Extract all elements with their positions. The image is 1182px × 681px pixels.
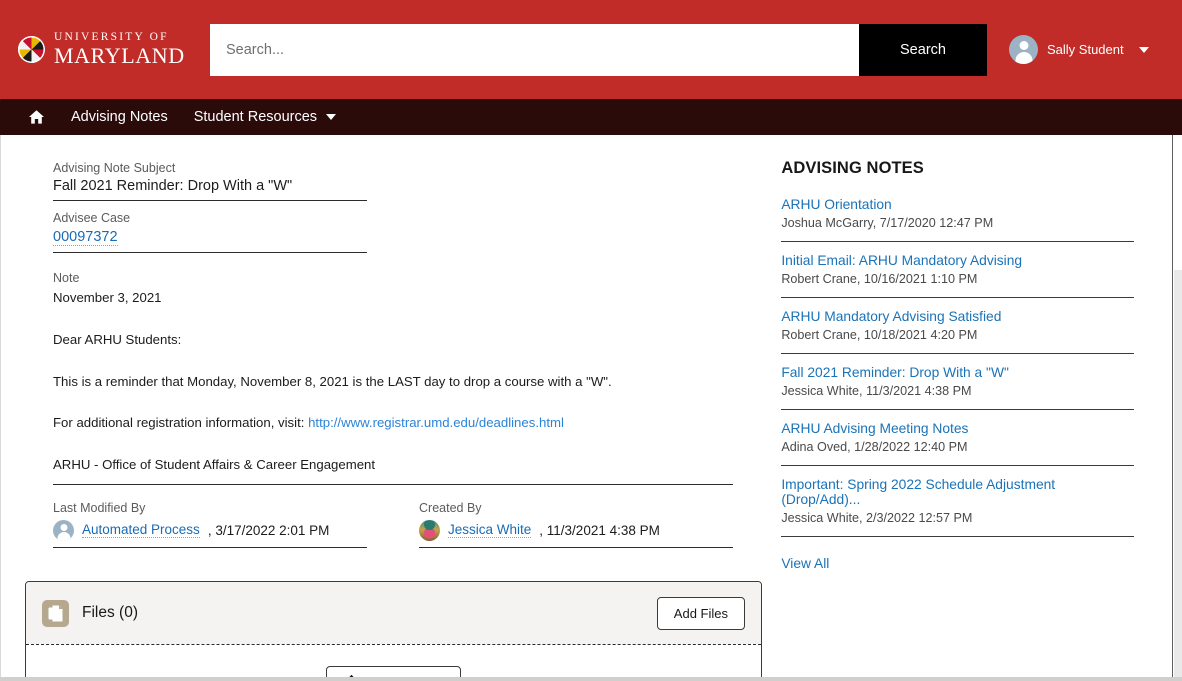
advising-note-subject-label: Advising Note Subject	[53, 161, 752, 175]
field-note: Note November 3, 2021 Dear ARHU Students…	[1, 253, 770, 485]
created-by-date: , 11/3/2021 4:38 PM	[539, 523, 660, 538]
last-modified-by-person-link[interactable]: Automated Process	[82, 522, 200, 538]
global-search: Search	[210, 24, 987, 76]
created-by-label: Created By	[419, 501, 733, 515]
last-modified-by-date: , 3/17/2022 2:01 PM	[208, 523, 330, 538]
advising-note-link[interactable]: ARHU Mandatory Advising Satisfied	[781, 309, 1134, 324]
note-body: November 3, 2021 Dear ARHU Students: Thi…	[53, 288, 752, 485]
umd-logo[interactable]: UNIVERSITY OF MARYLAND	[18, 32, 186, 67]
created-by-field: Created By Jessica White , 11/3/2021 4:3…	[419, 501, 733, 548]
record-audit-row: Last Modified By Automated Process , 3/1…	[1, 485, 770, 548]
generic-user-avatar-icon	[53, 520, 74, 541]
nav-item-advising-notes-label: Advising Notes	[71, 109, 168, 125]
note-paragraph-date: November 3, 2021	[53, 288, 752, 308]
nav-item-student-resources[interactable]: Student Resources	[194, 109, 336, 125]
photo-avatar-icon	[419, 520, 440, 541]
note-signature: ARHU - Office of Student Affairs & Caree…	[53, 455, 733, 485]
advising-note-meta: Adina Oved, 1/28/2022 12:40 PM	[781, 440, 1134, 454]
field-advising-note-subject: Advising Note Subject Fall 2021 Reminder…	[1, 161, 770, 201]
nav-item-advising-notes[interactable]: Advising Notes	[71, 109, 168, 125]
advising-note-link[interactable]: Initial Email: ARHU Mandatory Advising	[781, 253, 1134, 268]
advisee-case-link[interactable]: 00097372	[53, 229, 118, 246]
advising-note-meta: Robert Crane, 10/16/2021 1:10 PM	[781, 272, 1134, 286]
files-title-group: Files (0)	[42, 600, 138, 627]
created-by-value: Jessica White , 11/3/2021 4:38 PM	[419, 520, 733, 548]
page-root: UNIVERSITY OF MARYLAND Search Sally Stud…	[0, 0, 1182, 681]
last-modified-by-value: Automated Process , 3/17/2022 2:01 PM	[53, 520, 367, 548]
files-title-label: Files (0)	[82, 604, 138, 622]
add-files-button[interactable]: Add Files	[657, 597, 745, 630]
advising-notes-panel: ADVISING NOTES ARHU Orientation Joshua M…	[770, 135, 1172, 681]
user-menu[interactable]: Sally Student	[1009, 35, 1149, 64]
advising-note-meta: Robert Crane, 10/18/2021 4:20 PM	[781, 328, 1134, 342]
files-dropzone[interactable]: Upload Files	[26, 644, 761, 681]
note-label: Note	[53, 271, 752, 285]
advising-note-link[interactable]: Important: Spring 2022 Schedule Adjustme…	[781, 477, 1134, 507]
note-paragraph-greeting: Dear ARHU Students:	[53, 330, 752, 350]
advisee-case-label: Advisee Case	[53, 211, 752, 225]
advisee-case-value-wrap: 00097372	[53, 228, 367, 253]
vertical-scrollbar[interactable]	[1174, 270, 1182, 681]
last-modified-by-label: Last Modified By	[53, 501, 367, 515]
window-bottom-strip	[0, 677, 1182, 681]
nav-item-home[interactable]	[28, 109, 45, 125]
note-paragraph-reminder: This is a reminder that Monday, November…	[53, 372, 752, 392]
umd-logo-text: UNIVERSITY OF MARYLAND	[54, 32, 185, 67]
note-registration-prefix: For additional registration information,…	[53, 415, 308, 430]
files-card-header: Files (0) Add Files	[26, 582, 761, 644]
advising-notes-panel-title: ADVISING NOTES	[781, 159, 1134, 178]
advising-note-meta: Joshua McGarry, 7/17/2020 12:47 PM	[781, 216, 1134, 230]
list-item[interactable]: Fall 2021 Reminder: Drop With a "W" Jess…	[781, 365, 1134, 410]
record-detail-column: Advising Note Subject Fall 2021 Reminder…	[1, 135, 770, 681]
advising-note-link[interactable]: Fall 2021 Reminder: Drop With a "W"	[781, 365, 1134, 380]
list-item[interactable]: ARHU Advising Meeting Notes Adina Oved, …	[781, 421, 1134, 466]
field-advisee-case: Advisee Case 00097372	[1, 211, 770, 253]
note-paragraph-registration: For additional registration information,…	[53, 413, 752, 433]
list-item[interactable]: Initial Email: ARHU Mandatory Advising R…	[781, 253, 1134, 298]
search-input[interactable]	[210, 24, 859, 76]
list-item[interactable]: Important: Spring 2022 Schedule Adjustme…	[781, 477, 1134, 537]
advising-note-meta: Jessica White, 11/3/2021 4:38 PM	[781, 384, 1134, 398]
search-button[interactable]: Search	[859, 24, 987, 76]
user-avatar-icon	[1009, 35, 1038, 64]
advising-note-link[interactable]: ARHU Orientation	[781, 197, 1134, 212]
list-item[interactable]: ARHU Mandatory Advising Satisfied Robert…	[781, 309, 1134, 354]
umd-seal-icon	[18, 36, 45, 63]
advising-note-link[interactable]: ARHU Advising Meeting Notes	[781, 421, 1134, 436]
registrar-deadlines-link[interactable]: http://www.registrar.umd.edu/deadlines.h…	[308, 415, 564, 430]
page-content: Advising Note Subject Fall 2021 Reminder…	[0, 135, 1173, 681]
files-card: Files (0) Add Files Upload Files	[25, 581, 762, 681]
top-header-bar: UNIVERSITY OF MARYLAND Search Sally Stud…	[0, 0, 1182, 99]
view-all-link[interactable]: View All	[781, 556, 829, 571]
chevron-down-icon	[326, 114, 336, 120]
created-by-person-link[interactable]: Jessica White	[448, 522, 531, 538]
last-modified-by-field: Last Modified By Automated Process , 3/1…	[53, 501, 367, 548]
list-item[interactable]: ARHU Orientation Joshua McGarry, 7/17/20…	[781, 197, 1134, 242]
advising-note-meta: Jessica White, 2/3/2022 12:57 PM	[781, 511, 1134, 525]
logo-line-maryland: MARYLAND	[54, 45, 185, 67]
user-name-label: Sally Student	[1047, 42, 1124, 57]
advising-note-subject-value[interactable]: Fall 2021 Reminder: Drop With a "W"	[53, 178, 367, 201]
caret-down-icon	[1139, 47, 1149, 53]
file-stack-icon	[42, 600, 69, 627]
home-icon	[28, 109, 45, 125]
nav-item-student-resources-label: Student Resources	[194, 109, 317, 125]
main-navigation-bar: Advising Notes Student Resources	[0, 99, 1182, 135]
